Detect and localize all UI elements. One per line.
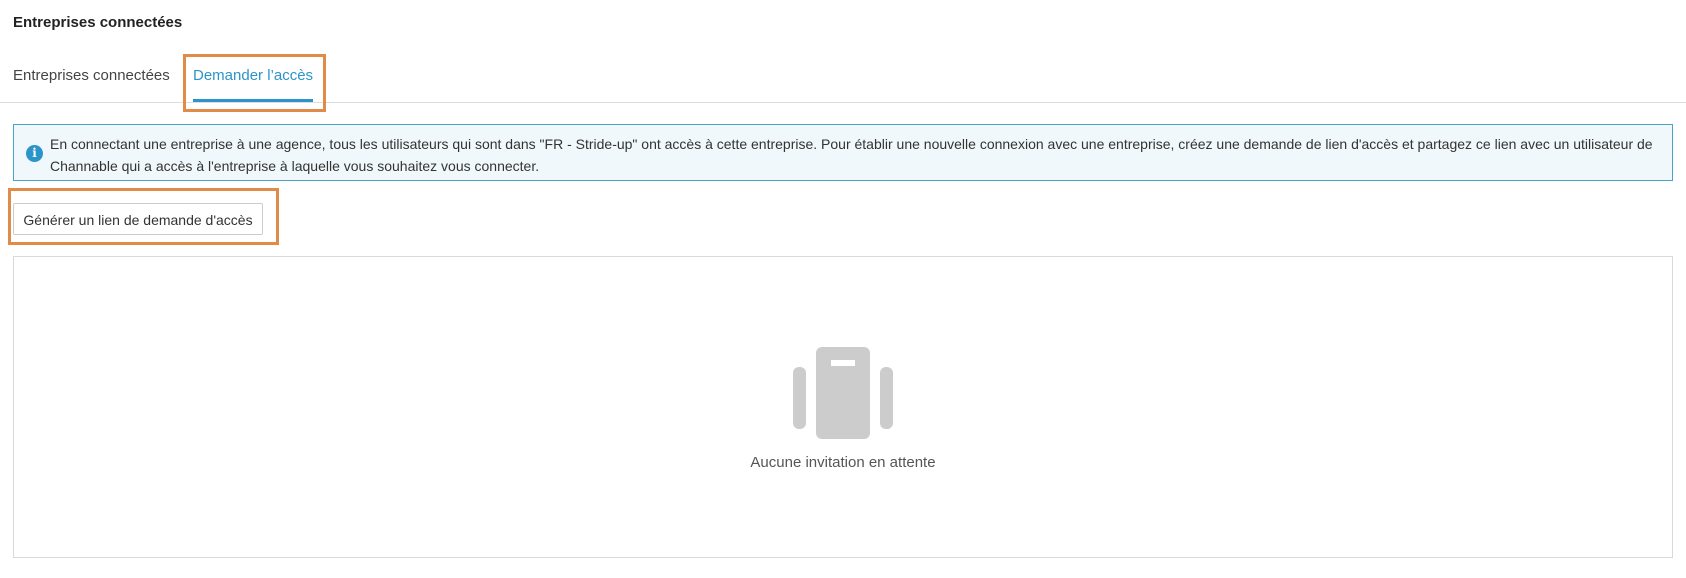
tab-request-access[interactable]: Demander l’accès bbox=[193, 50, 313, 102]
info-banner: i En connectant une entreprise à une age… bbox=[13, 124, 1673, 181]
pending-invitations-panel: Aucune invitation en attente bbox=[13, 256, 1673, 558]
generate-access-link-button[interactable]: Générer un lien de demande d'accès bbox=[13, 203, 263, 235]
tab-connected-companies[interactable]: Entreprises connectées bbox=[13, 50, 170, 102]
active-tab-indicator bbox=[193, 99, 313, 102]
tab-bar: Entreprises connectées Demander l’accès bbox=[0, 50, 1686, 103]
info-text: En connectant une entreprise à une agenc… bbox=[50, 136, 1653, 174]
page: Entreprises connectées Entreprises conne… bbox=[0, 0, 1686, 578]
page-title: Entreprises connectées bbox=[13, 14, 183, 31]
empty-state-text: Aucune invitation en attente bbox=[750, 454, 936, 471]
info-icon: i bbox=[26, 145, 43, 162]
briefcase-icon bbox=[793, 347, 893, 439]
